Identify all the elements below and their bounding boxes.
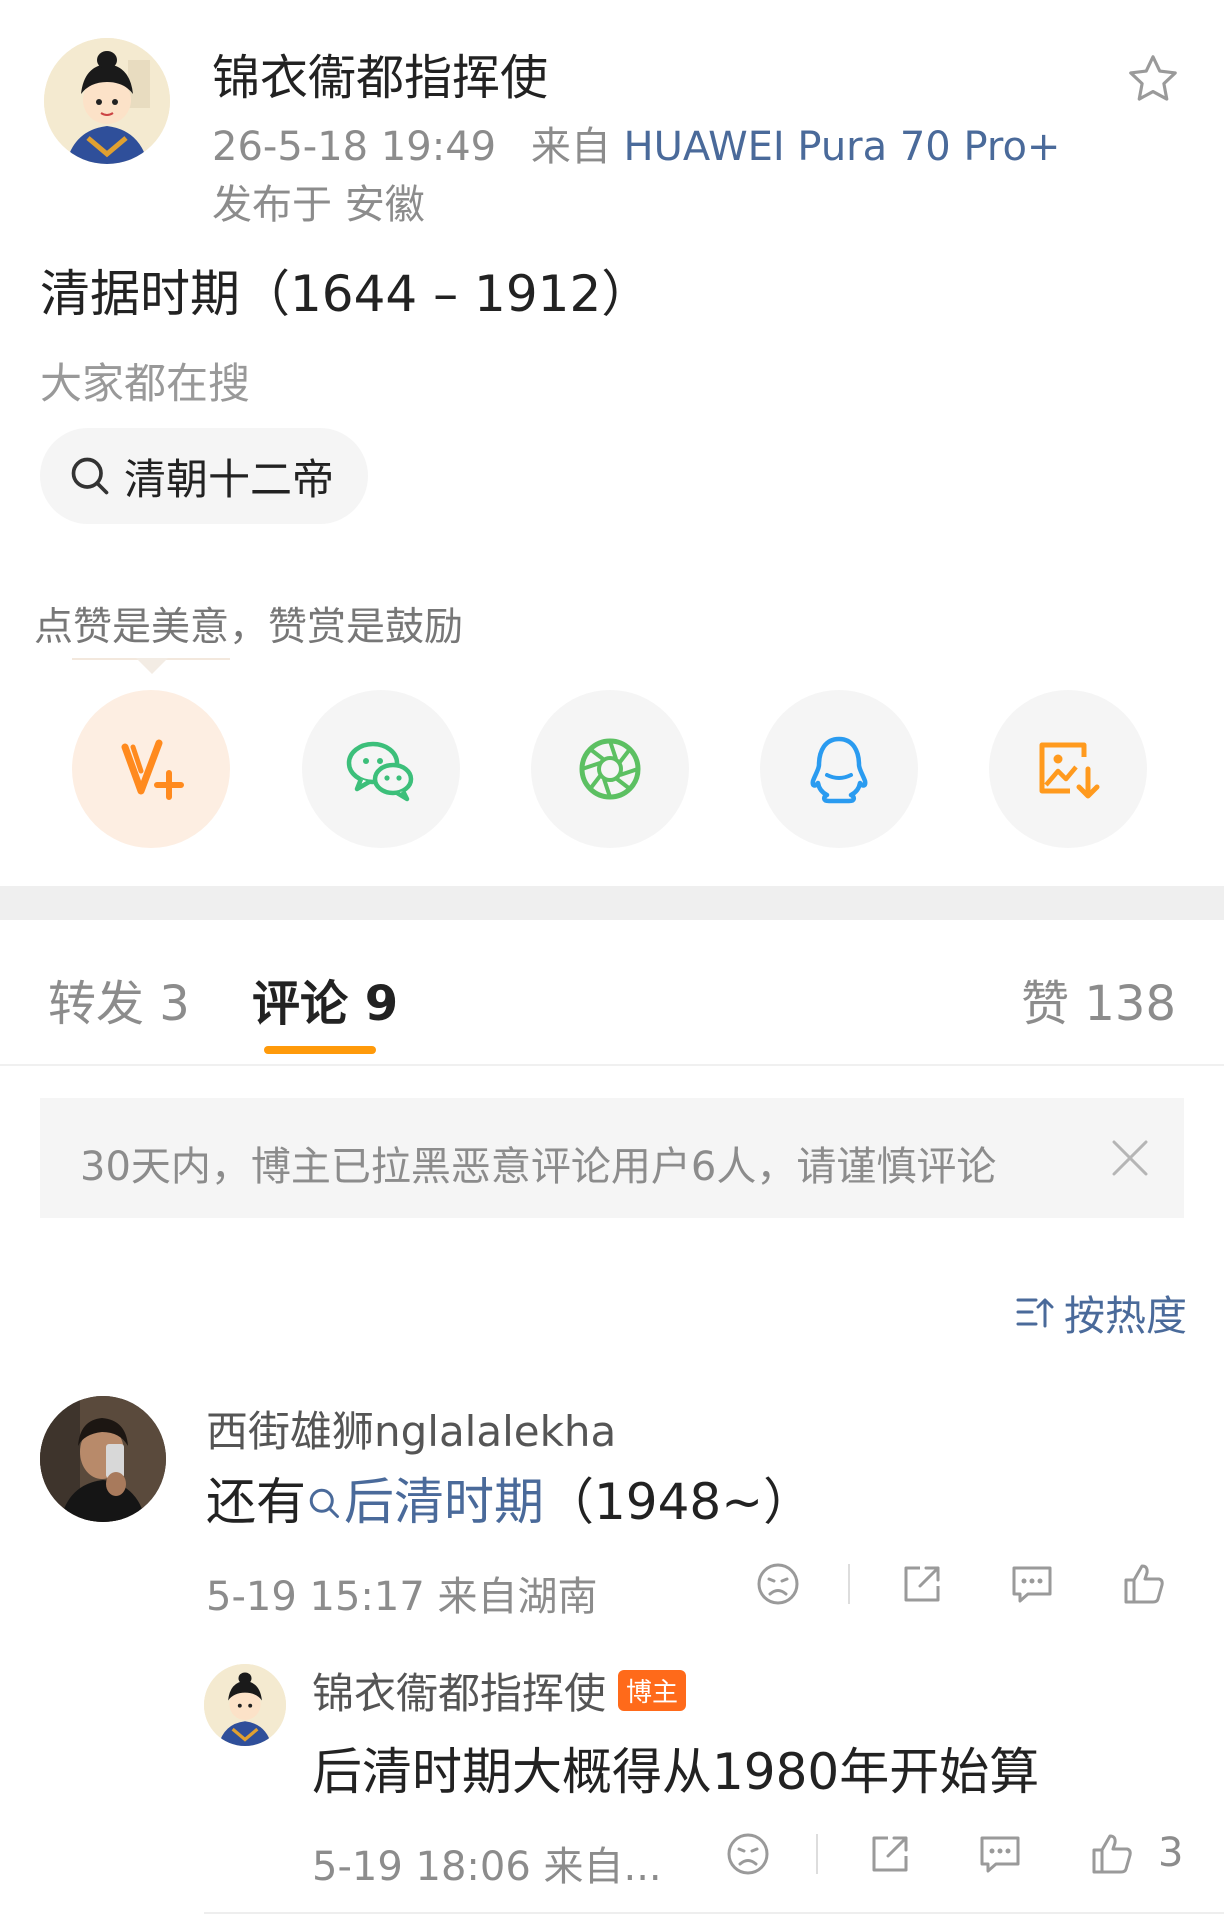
section-divider [0,886,1224,920]
reply-divider [204,1912,1224,1914]
trending-label: 大家都在搜 [40,359,251,408]
search-chip[interactable]: 清朝十二帝 [40,428,369,524]
tab-repost[interactable]: 转发 3 [48,964,190,1034]
comment-text-prefix: 还有 [206,1473,306,1531]
wechat-icon [346,741,414,802]
reward-tip: 点赞是美意，赞赏是鼓励 [34,605,464,650]
sort-button[interactable]: 按热度 [1014,1282,1187,1342]
reply-author[interactable]: 锦衣衞都指挥使 博主 [312,1660,687,1721]
tip-caret [136,658,168,674]
comment-notice-banner: 30天内，博主已拉黑恶意评论用户6人，请谨慎评论 [40,1098,1184,1218]
sort-label: 按热度 [1064,1292,1187,1340]
source-prefix: 来自 [530,124,611,170]
star-icon[interactable] [1124,50,1182,108]
comment-icon[interactable] [976,1830,1024,1878]
author-badge: 博主 [618,1670,687,1711]
post-time: 26-5-18 19:49 [212,124,497,170]
author-name[interactable]: 锦衣衞都指挥使 [212,38,548,108]
save-image-icon [1039,742,1100,799]
search-icon [71,457,109,495]
comment-text-suffix: （1948~） [544,1473,814,1531]
search-chip-label: 清朝十二帝 [124,454,335,504]
save-image-button[interactable] [989,690,1147,848]
reply-meta: 5-19 18:06 来自... [312,1844,662,1890]
like-icon[interactable] [1120,1560,1168,1608]
comment-meta: 5-19 15:17 来自湖南 [206,1574,598,1620]
search-icon [309,1488,339,1518]
like-icon[interactable] [1088,1830,1136,1878]
close-icon[interactable] [1110,1138,1150,1178]
commenter-name[interactable]: 西街雄狮nglalalekha [206,1398,616,1459]
share-icon[interactable] [898,1560,946,1608]
reply-author-avatar[interactable] [204,1664,286,1746]
tab-likes[interactable]: 赞 138 [1021,964,1176,1034]
reward-button[interactable] [72,690,230,848]
share-icon[interactable] [866,1830,914,1878]
comment-search-tag[interactable]: 后清时期 [306,1473,544,1531]
share-moments-button[interactable] [531,690,689,848]
reply-text: 后清时期大概得从1980年开始算 [312,1743,1040,1801]
comment-tag-label: 后清时期 [344,1473,544,1531]
device-link[interactable]: HUAWEI Pura 70 Pro+ [624,124,1061,170]
v-plus-reward-icon [121,739,184,800]
dislike-icon[interactable] [724,1830,772,1878]
moments-icon [579,738,641,800]
share-qq-button[interactable] [760,690,918,848]
active-tab-indicator [264,1046,376,1054]
post-meta: 26-5-18 19:49 来自 HUAWEI Pura 70 Pro+ [212,114,1060,172]
reply-author-name: 锦衣衞都指挥使 [312,1669,607,1718]
tabs-divider [0,1064,1224,1066]
notice-text: 30天内，博主已拉黑恶意评论用户6人，请谨慎评论 [80,1144,997,1190]
post-location: 发布于 安徽 [212,182,425,228]
post-text: 清据时期（1644 – 1912） [40,265,652,323]
sort-icon [1016,1298,1054,1328]
reply-like-count: 3 [1158,1830,1184,1876]
action-divider [816,1834,818,1874]
author-avatar[interactable] [44,38,170,164]
commenter-avatar[interactable] [40,1396,166,1522]
dislike-icon[interactable] [754,1560,802,1608]
comment-icon[interactable] [1008,1560,1056,1608]
qq-icon [810,736,868,804]
comment-text: 还有 后清时期（1948~） [206,1462,813,1534]
tab-comments[interactable]: 评论 9 [252,964,398,1034]
share-wechat-button[interactable] [302,690,460,848]
action-divider [848,1564,850,1604]
